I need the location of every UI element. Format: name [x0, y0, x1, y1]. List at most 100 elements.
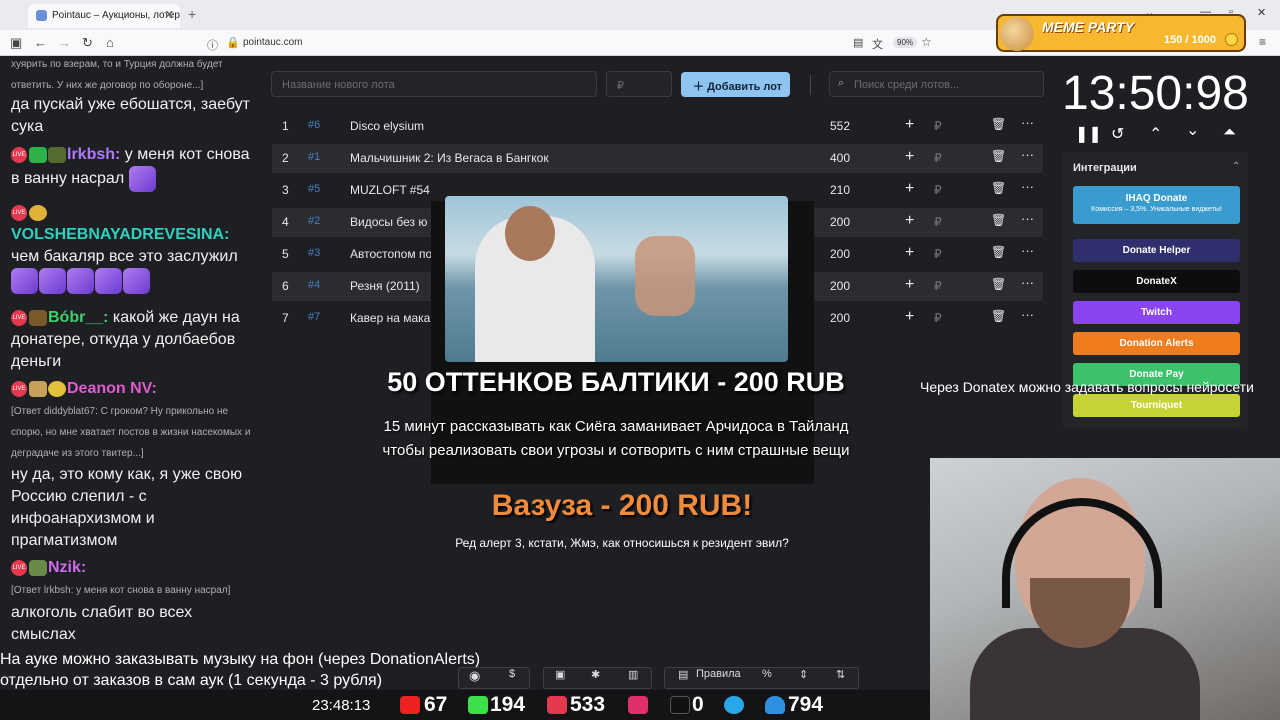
- home-icon[interactable]: ⌂: [106, 35, 114, 50]
- double-chevron-up-icon[interactable]: ⏶: [1223, 124, 1236, 142]
- chat-nickname[interactable]: VOLSHEBNAYADREVESINA:: [11, 226, 229, 243]
- lot-search-input[interactable]: ⌕ Поиск среди лотов...: [829, 71, 1044, 97]
- add-amount-icon[interactable]: +: [905, 212, 914, 230]
- github-icon[interactable]: ◉: [469, 668, 480, 684]
- alert-message-secondary: Ред алерт 3, кстати, Жмэ, как относишься…: [455, 536, 789, 550]
- lot-amount: 210: [830, 183, 851, 197]
- plus-icon: ＋: [693, 81, 708, 93]
- trash-icon[interactable]: 🗑: [991, 277, 1006, 291]
- add-amount-icon[interactable]: +: [905, 148, 914, 166]
- site-info-icon[interactable]: ⓘ: [207, 37, 218, 53]
- chat-nickname[interactable]: Bóbr__:: [48, 309, 108, 326]
- ruble-icon[interactable]: ₽: [934, 119, 942, 133]
- ruble-icon[interactable]: ₽: [934, 279, 942, 293]
- back-icon[interactable]: ←: [34, 35, 47, 50]
- trash-icon[interactable]: 🗑: [991, 149, 1006, 163]
- trash-icon[interactable]: 🗑: [991, 309, 1006, 323]
- add-amount-icon[interactable]: +: [905, 116, 914, 134]
- reader-view-icon[interactable]: ▤: [853, 36, 863, 49]
- more-options-icon[interactable]: ···: [1021, 275, 1034, 290]
- trash-icon[interactable]: 🗑: [991, 245, 1006, 259]
- close-window-icon[interactable]: ✕: [1257, 6, 1266, 19]
- close-tab-icon[interactable]: ✕: [165, 8, 174, 21]
- clear-icon[interactable]: ▥: [628, 668, 638, 681]
- ruble-icon[interactable]: ₽: [934, 311, 942, 325]
- lot-id[interactable]: #5: [308, 183, 320, 195]
- bookmark-star-icon[interactable]: ☆: [921, 35, 932, 49]
- reload-icon[interactable]: ↻: [82, 35, 93, 51]
- lot-name[interactable]: MUZLOFT #54: [350, 183, 430, 197]
- lot-name[interactable]: Резня (2011): [350, 279, 420, 293]
- lot-amount: 200: [830, 279, 851, 293]
- browser-tab[interactable]: Pointauc – Аукционы, лотереи ✕: [28, 4, 180, 28]
- sort-icon[interactable]: ⇅: [836, 668, 845, 681]
- more-options-icon[interactable]: ···: [1021, 307, 1034, 322]
- split-icon[interactable]: ⇕: [799, 668, 808, 681]
- lot-id[interactable]: #3: [308, 247, 320, 259]
- emote-icon: [48, 146, 66, 163]
- lot-row[interactable]: 2 #1 Мальчишник 2: Из Вегаса в Бангкок 400 +…: [272, 144, 1043, 173]
- bug-icon[interactable]: ✱: [591, 668, 600, 681]
- more-options-icon[interactable]: ···: [1021, 179, 1034, 194]
- trash-icon[interactable]: 🗑: [991, 213, 1006, 227]
- more-options-icon[interactable]: ···: [1021, 211, 1034, 226]
- zoom-level[interactable]: 90%: [893, 37, 918, 48]
- lot-rank: 2: [282, 151, 289, 165]
- add-amount-icon[interactable]: +: [905, 180, 914, 198]
- integration-button[interactable]: Tourniquet: [1073, 394, 1240, 417]
- integration-button[interactable]: Twitch: [1073, 301, 1240, 324]
- more-options-icon[interactable]: ···: [1021, 115, 1034, 130]
- lot-name[interactable]: Видосы без ю: [350, 215, 427, 229]
- lot-rank: 4: [282, 215, 289, 229]
- lot-row[interactable]: 1 #6 Disco elysium 552 + ₽ 🗑 ···: [272, 112, 1043, 141]
- lot-name[interactable]: Кавер на мака: [350, 311, 430, 325]
- total-viewers: 794: [788, 693, 824, 716]
- collapse-icon[interactable]: ⌃: [1232, 161, 1240, 172]
- add-amount-icon[interactable]: +: [905, 308, 914, 326]
- lot-name[interactable]: Автостопом по: [350, 247, 432, 261]
- chat-nickname[interactable]: Nzik:: [48, 559, 86, 576]
- emote-icon: [11, 268, 38, 294]
- integration-button[interactable]: Donation Alerts: [1073, 332, 1240, 355]
- more-options-icon[interactable]: ···: [1021, 147, 1034, 162]
- chat-nickname[interactable]: lrkbsh:: [67, 146, 120, 163]
- chat-message: LIVE Deanon NV:: [11, 378, 261, 400]
- pause-icon[interactable]: ❚❚: [1075, 124, 1102, 144]
- rules-button[interactable]: Правила: [696, 668, 741, 680]
- reset-icon[interactable]: ↺: [1111, 124, 1124, 144]
- integration-button[interactable]: DonateX: [1073, 270, 1240, 293]
- save-icon[interactable]: ▣: [555, 668, 565, 681]
- ruble-icon[interactable]: ₽: [934, 247, 942, 261]
- chevron-up-icon[interactable]: ⌃: [1149, 124, 1162, 144]
- translate-icon[interactable]: 文: [872, 36, 883, 52]
- add-lot-button[interactable]: ＋ Добавить лот: [681, 72, 790, 97]
- lot-id[interactable]: #6: [308, 119, 320, 131]
- ruble-icon[interactable]: ₽: [934, 151, 942, 165]
- address-bar[interactable]: pointauc.com: [243, 37, 302, 48]
- sidebar-icon[interactable]: ▣: [10, 35, 22, 51]
- lot-name[interactable]: Disco elysium: [350, 119, 424, 133]
- add-amount-icon[interactable]: +: [905, 244, 914, 262]
- chevron-down-icon[interactable]: ⌄: [1186, 120, 1199, 140]
- forward-icon[interactable]: →: [58, 35, 71, 50]
- new-tab-button[interactable]: +: [188, 6, 196, 22]
- percent-button[interactable]: %: [762, 668, 772, 680]
- ruble-icon[interactable]: ₽: [934, 183, 942, 197]
- chat-nickname[interactable]: Deanon NV:: [67, 380, 157, 397]
- add-amount-icon[interactable]: +: [905, 276, 914, 294]
- menu-icon[interactable]: ≡: [1259, 35, 1266, 49]
- ruble-icon[interactable]: ₽: [934, 215, 942, 229]
- lot-id[interactable]: #1: [308, 151, 320, 163]
- trash-icon[interactable]: 🗑: [991, 181, 1006, 195]
- lot-id[interactable]: #4: [308, 279, 320, 291]
- trash-icon[interactable]: 🗑: [991, 117, 1006, 131]
- integration-button[interactable]: Donate Helper: [1073, 239, 1240, 262]
- lot-id[interactable]: #2: [308, 215, 320, 227]
- integration-button[interactable]: IHAQ Donate Комиссия – 3,5%. Уникальные в…: [1073, 186, 1240, 224]
- lot-name[interactable]: Мальчишник 2: Из Вегаса в Бангкок: [350, 151, 549, 165]
- dollar-icon[interactable]: $: [509, 668, 515, 680]
- more-options-icon[interactable]: ···: [1021, 243, 1034, 258]
- new-lot-input[interactable]: Название нового лота: [271, 71, 597, 97]
- lot-amount-input[interactable]: ₽: [606, 71, 672, 97]
- lot-id[interactable]: #7: [308, 311, 320, 323]
